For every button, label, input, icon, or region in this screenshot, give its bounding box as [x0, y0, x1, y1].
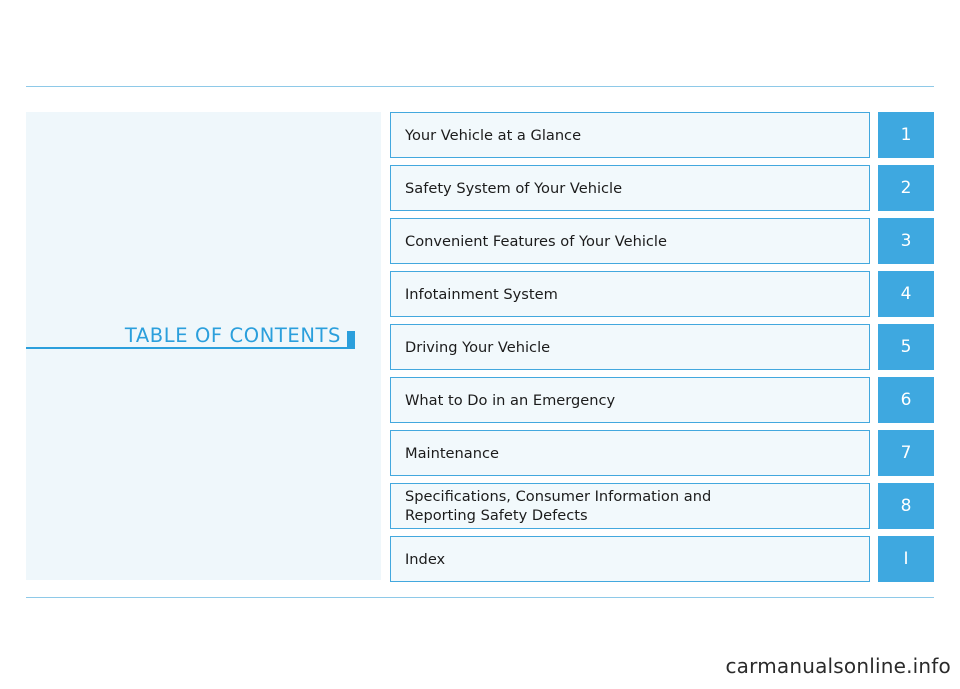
toc-entry-number[interactable]: 8	[878, 483, 934, 529]
toc-entry-number[interactable]: 3	[878, 218, 934, 264]
list-item[interactable]: Your Vehicle at a Glance 1	[390, 112, 934, 158]
toc-entry-title-text: What to Do in an Emergency	[405, 391, 616, 409]
toc-entry-number[interactable]: 7	[878, 430, 934, 476]
toc-heading-marker-icon	[347, 331, 355, 348]
toc-entry-title[interactable]: What to Do in an Emergency	[390, 377, 871, 423]
toc-heading-underline	[26, 347, 355, 349]
list-item[interactable]: Driving Your Vehicle 5	[390, 324, 934, 370]
toc-entry-title[interactable]: Driving Your Vehicle	[390, 324, 871, 370]
toc-entry-list: Your Vehicle at a Glance 1 Safety System…	[390, 112, 934, 589]
toc-entry-title-text-line2: Reporting Safety Defects	[405, 507, 588, 524]
toc-entry-title[interactable]: Index	[390, 536, 871, 582]
toc-entry-number[interactable]: 6	[878, 377, 934, 423]
toc-entry-title[interactable]: Your Vehicle at a Glance	[390, 112, 871, 158]
toc-entry-number[interactable]: I	[878, 536, 934, 582]
list-item[interactable]: Infotainment System 4	[390, 271, 934, 317]
list-item[interactable]: What to Do in an Emergency 6	[390, 377, 934, 423]
bottom-divider	[26, 597, 934, 598]
watermark: carmanualsonline.info	[725, 654, 951, 678]
toc-entry-title[interactable]: Maintenance	[390, 430, 871, 476]
toc-entry-title-text: Infotainment System	[405, 285, 558, 303]
toc-entry-title-text: Your Vehicle at a Glance	[405, 126, 582, 144]
toc-entry-title-text: Convenient Features of Your Vehicle	[405, 232, 667, 250]
toc-entry-title-text: Specifications, Consumer Information and	[405, 488, 712, 505]
toc-entry-title-text: Maintenance	[405, 444, 499, 462]
list-item[interactable]: Maintenance 7	[390, 430, 934, 476]
toc-heading-text: TABLE OF CONTENTS	[124, 324, 341, 347]
toc-entry-title-text: Index	[405, 550, 446, 568]
toc-entry-number[interactable]: 5	[878, 324, 934, 370]
list-item[interactable]: Convenient Features of Your Vehicle 3	[390, 218, 934, 264]
toc-entry-title-text: Safety System of Your Vehicle	[405, 179, 623, 197]
list-item[interactable]: Specifications, Consumer Information and…	[390, 483, 934, 529]
toc-entry-title[interactable]: Convenient Features of Your Vehicle	[390, 218, 871, 264]
top-divider	[26, 86, 934, 87]
list-item[interactable]: Index I	[390, 536, 934, 582]
toc-entry-title[interactable]: Specifications, Consumer Information and…	[390, 483, 871, 529]
page: TABLE OF CONTENTS Your Vehicle at a Glan…	[0, 0, 960, 689]
toc-entry-title-text: Driving Your Vehicle	[405, 338, 551, 356]
toc-entry-title[interactable]: Safety System of Your Vehicle	[390, 165, 871, 211]
list-item[interactable]: Safety System of Your Vehicle 2	[390, 165, 934, 211]
toc-entry-number[interactable]: 4	[878, 271, 934, 317]
toc-entry-title[interactable]: Infotainment System	[390, 271, 871, 317]
toc-heading: TABLE OF CONTENTS	[26, 312, 355, 348]
toc-entry-number[interactable]: 2	[878, 165, 934, 211]
toc-entry-number[interactable]: 1	[878, 112, 934, 158]
